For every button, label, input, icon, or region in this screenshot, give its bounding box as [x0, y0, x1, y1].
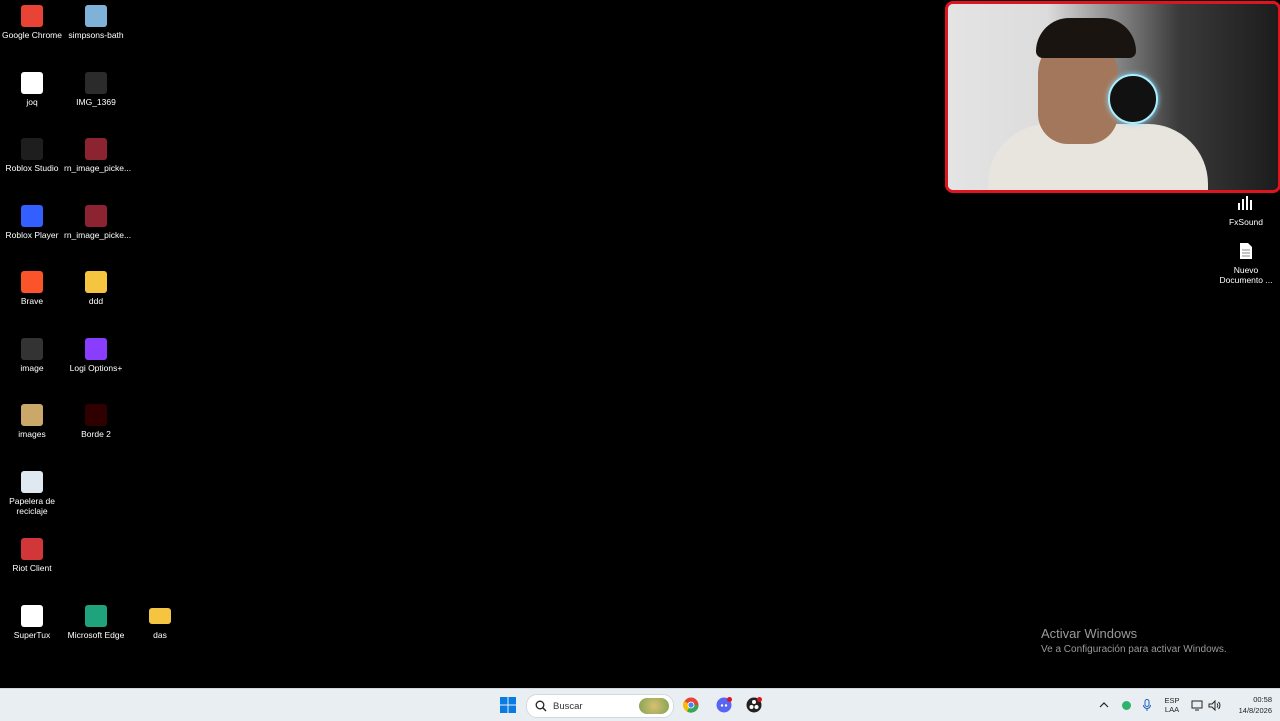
icon-graphic	[85, 72, 107, 94]
search-highlight-image	[639, 698, 669, 714]
obs-icon	[746, 697, 762, 713]
desktop-icon-label: ddd	[88, 296, 104, 306]
desktop-icon[interactable]: Brave	[0, 271, 64, 306]
folder-icon	[149, 608, 171, 624]
desktop-icon-label: Roblox Player	[5, 230, 59, 240]
desktop-icon[interactable]: Roblox Studio	[0, 138, 64, 173]
desktop-icon-das[interactable]: das	[128, 605, 192, 640]
clock[interactable]: 00:58 14/8/2026	[1226, 695, 1272, 715]
icon-graphic	[85, 138, 107, 160]
desktop-icon-label: Roblox Studio	[5, 163, 59, 173]
webcam-person-hair	[1036, 18, 1136, 58]
desktop-icon-label: joq	[26, 97, 38, 107]
icon-graphic	[85, 5, 107, 27]
taskbar-search[interactable]: Buscar	[526, 694, 674, 718]
desktop-icon-label: rn_image_picke...	[64, 230, 132, 240]
icon-graphic	[85, 205, 107, 227]
desktop-icon-label: image	[20, 363, 44, 373]
tray-status[interactable]	[1120, 695, 1132, 715]
icon-graphic	[21, 338, 43, 360]
icon-graphic	[21, 271, 43, 293]
show-hidden-icons-button[interactable]	[1098, 695, 1110, 715]
desktop-icon[interactable]: simpsons-bath	[64, 5, 128, 40]
icon-graphic	[21, 471, 43, 493]
desktop-icon-label: Brave	[20, 296, 44, 306]
language-line2: LAA	[1164, 705, 1180, 714]
icon-graphic	[21, 538, 43, 560]
network-icon	[1191, 700, 1203, 710]
taskbar-discord[interactable]	[715, 695, 733, 715]
desktop-icon-nuevo-documento[interactable]: Nuevo Documento ...	[1214, 240, 1278, 285]
icon-graphic	[21, 605, 43, 627]
desktop-icon-label: IMG_1369	[76, 97, 116, 107]
search-icon	[535, 700, 547, 712]
desktop-icon[interactable]: rn_image_picke...	[64, 138, 132, 173]
desktop-icon[interactable]: images	[0, 404, 64, 439]
activation-watermark: Activar Windows Ve a Configuración para …	[1041, 626, 1227, 655]
language-line1: ESP	[1164, 696, 1180, 705]
icon-graphic	[85, 338, 107, 360]
desktop-icon-label: Riot Client	[12, 563, 52, 573]
chrome-icon	[683, 697, 699, 713]
desktop-icon[interactable]: ddd	[64, 271, 128, 306]
desktop-icon[interactable]: Logi Options+	[64, 338, 128, 373]
desktop-icon-label: Microsoft Edge	[67, 630, 125, 640]
icon-graphic	[21, 5, 43, 27]
desktop-icon[interactable]: Papelera de reciclaje	[0, 471, 64, 516]
fxsound-icon	[1235, 192, 1257, 214]
text-document-icon	[1235, 240, 1257, 262]
desktop-icon-label: images	[18, 429, 46, 439]
desktop-icon-label: simpsons-bath	[68, 30, 124, 40]
volume-icon	[1208, 699, 1220, 711]
desktop-icon[interactable]: rn_image_picke...	[64, 205, 132, 240]
taskbar-obs[interactable]	[745, 695, 763, 715]
clock-date: 14/8/2026	[1238, 706, 1272, 715]
clock-time: 00:58	[1253, 695, 1272, 704]
activation-title: Activar Windows	[1041, 626, 1138, 641]
icon-graphic	[21, 404, 43, 426]
activation-subtitle: Ve a Configuración para activar Windows.	[1041, 644, 1227, 655]
icon-graphic	[21, 205, 43, 227]
desktop-icon[interactable]: image	[0, 338, 64, 373]
desktop-icon[interactable]: SuperTux	[0, 605, 64, 640]
chevron-up-icon	[1099, 702, 1109, 708]
desktop-icon[interactable]: Microsoft Edge	[64, 605, 128, 640]
desktop-icon-label: Google Chrome	[1, 30, 62, 40]
desktop-icon[interactable]: IMG_1369	[64, 72, 128, 107]
discord-icon	[716, 697, 732, 713]
desktop-icon[interactable]: Riot Client	[0, 538, 64, 573]
tray-network[interactable]	[1191, 695, 1203, 715]
icon-graphic	[85, 605, 107, 627]
taskbar-chrome[interactable]	[682, 695, 700, 715]
desktop-icon[interactable]: Borde 2	[64, 404, 128, 439]
webcam-overlay	[945, 1, 1280, 193]
desktop-icon-label: Papelera de reciclaje	[9, 496, 55, 516]
desktop-icon[interactable]: Roblox Player	[0, 205, 64, 240]
desktop-icon-fxsound[interactable]: FxSound	[1214, 192, 1278, 227]
icon-graphic	[21, 138, 43, 160]
start-button[interactable]	[498, 695, 518, 715]
desktop-icon-label: Nuevo Documento ...	[1219, 265, 1273, 285]
desktop-icon-label: FxSound	[1228, 217, 1264, 227]
tray-volume[interactable]	[1207, 695, 1221, 715]
desktop-icon[interactable]: Google Chrome	[0, 5, 64, 40]
windows-logo-icon	[500, 697, 516, 713]
icon-graphic	[85, 271, 107, 293]
tray-microphone[interactable]	[1141, 695, 1153, 715]
desktop-icon-label: SuperTux	[13, 630, 51, 640]
headset-icon	[1108, 74, 1158, 124]
desktop-icon-label: das	[153, 630, 167, 640]
search-placeholder: Buscar	[553, 700, 583, 712]
icon-graphic	[21, 72, 43, 94]
language-indicator[interactable]: ESP LAA	[1162, 696, 1182, 714]
desktop-icon-label: rn_image_picke...	[64, 163, 132, 173]
microphone-icon	[1143, 698, 1151, 711]
desktop-icon[interactable]: joq	[0, 72, 64, 107]
icon-graphic	[85, 404, 107, 426]
desktop-icon-label: Logi Options+	[69, 363, 123, 373]
taskbar: Buscar ESP LAA 00:58 14/8/2026	[0, 688, 1280, 721]
desktop-icon-label: Borde 2	[81, 429, 111, 439]
green-status-icon	[1121, 700, 1131, 710]
